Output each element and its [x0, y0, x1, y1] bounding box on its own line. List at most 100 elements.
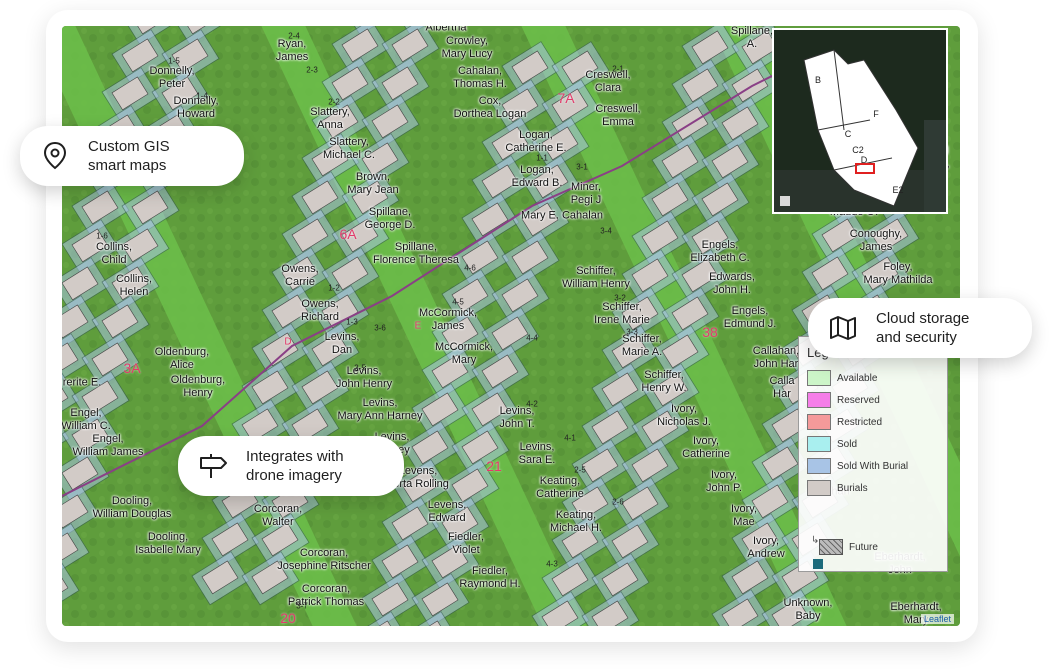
- plot-label[interactable]: Spillane, George D.: [365, 206, 416, 232]
- plot-label[interactable]: Calla Har: [769, 375, 794, 401]
- plot-label[interactable]: Crowley, Mary Lucy: [442, 35, 493, 61]
- plot-label[interactable]: Engels, Edmund J.: [724, 305, 777, 331]
- plot-label[interactable]: Schiffer, Marie A.: [622, 333, 662, 359]
- section-label[interactable]: 21: [486, 458, 502, 474]
- section-label[interactable]: D: [284, 337, 291, 348]
- legend-collapse-icon[interactable]: [813, 559, 823, 569]
- legend-label: Reserved: [837, 394, 880, 406]
- plot-label[interactable]: Creswell, Emma: [595, 103, 640, 129]
- plot-number: 3-3: [626, 327, 638, 337]
- plot-label[interactable]: Dooling, Isabelle Mary: [135, 531, 200, 557]
- plot-label[interactable]: Levens, Edward: [428, 499, 467, 525]
- callout-cloud-line1: Cloud storage: [876, 310, 970, 327]
- legend-item: Restricted: [807, 413, 882, 431]
- plot-label[interactable]: Collins, Child: [96, 241, 132, 267]
- legend-label: Future: [849, 541, 878, 553]
- plot-number: 2-4: [288, 31, 300, 41]
- plot-number: 4-3: [546, 559, 558, 569]
- plot-label[interactable]: Oldenburg, Henry: [171, 374, 225, 400]
- minimap[interactable]: B F C C2 D E2: [772, 28, 948, 214]
- legend-label: Restricted: [837, 416, 883, 428]
- legend-swatch: [807, 414, 831, 430]
- plot-label[interactable]: Schiffer, Irene Marie: [594, 301, 650, 327]
- plot-label[interactable]: Ivory, Mae: [731, 503, 757, 529]
- legend-label: Sold With Burial: [837, 460, 909, 472]
- minimap-expand-icon[interactable]: [780, 196, 790, 206]
- plot-number: 4-2: [526, 399, 538, 409]
- plot-label[interactable]: Levins, John T.: [499, 405, 534, 431]
- plot-label[interactable]: Logan, Edward B.: [512, 164, 563, 190]
- plot-label[interactable]: Oldenburg, Alice: [155, 346, 209, 372]
- section-label[interactable]: 7A: [557, 90, 574, 106]
- plot-label[interactable]: Owens, Richard: [301, 298, 339, 324]
- plot-number: 3-2: [614, 293, 626, 303]
- legend-item: Sold: [807, 435, 857, 453]
- section-label[interactable]: 6A: [339, 226, 356, 242]
- plot-number: 3-7: [296, 601, 308, 611]
- plot-label[interactable]: Collins, Helen: [116, 273, 152, 299]
- plot-label[interactable]: Fiedler, Raymond H.: [459, 565, 520, 591]
- plot-label[interactable]: Ivory, Nicholas J.: [657, 403, 711, 429]
- section-label[interactable]: 38: [702, 324, 718, 340]
- plot-label[interactable]: Ivory, Catherine: [682, 435, 730, 461]
- legend-item: Sold With Burial: [807, 457, 908, 475]
- plot-label[interactable]: McCormick, James: [419, 307, 477, 333]
- plot-label[interactable]: Conoughy, James: [850, 228, 902, 254]
- legend-swatch: [807, 480, 831, 496]
- plot-number: 2-3: [306, 65, 318, 75]
- plot-label[interactable]: Corcoran, Josephine Ritscher: [277, 547, 371, 573]
- plot-label[interactable]: Mary E. Cahalan: [521, 210, 603, 223]
- section-label[interactable]: E: [415, 321, 422, 332]
- callout-gis-line2: smart maps: [88, 157, 167, 174]
- plot-label[interactable]: Slattery, Anna: [310, 106, 350, 132]
- plot-label[interactable]: Schiffer, William Henry: [562, 265, 630, 291]
- map-attribution-link[interactable]: Leaflet: [920, 614, 954, 624]
- plot-label[interactable]: Cahalan, Thomas H.: [453, 65, 507, 91]
- plot-label[interactable]: Brown, Mary Jean: [347, 171, 398, 197]
- plot-label[interactable]: Ivory, Andrew: [747, 535, 784, 561]
- plot-label[interactable]: Spillane, Florence Theresa: [373, 241, 459, 267]
- legend-label: Sold: [837, 438, 858, 450]
- legend-swatch: [807, 392, 831, 408]
- plot-label[interactable]: Cox, Dorthea Logan: [454, 95, 527, 121]
- plot-label[interactable]: McCormick, Mary: [435, 341, 493, 367]
- section-label[interactable]: 3A: [123, 360, 140, 376]
- plot-label[interactable]: Owens, Carrie: [281, 263, 318, 289]
- plot-label[interactable]: Schiffer, Henry W.: [641, 369, 686, 395]
- location-pin-icon: [38, 139, 72, 173]
- plot-label[interactable]: Miner, Pegi J: [571, 181, 602, 207]
- plot-label[interactable]: Engel, William C.: [62, 407, 111, 433]
- plot-label[interactable]: Foley, Mary Mathilda: [863, 261, 932, 287]
- plot-label[interactable]: Levins, Mary Ann Harney: [338, 397, 423, 423]
- plot-label[interactable]: Keating, Michael H.: [550, 509, 602, 535]
- plot-label[interactable]: Spillane, A.: [731, 26, 773, 51]
- plot-label[interactable]: Levins, Sara E.: [519, 441, 556, 467]
- plot-label[interactable]: Callahan, John Har: [753, 345, 799, 371]
- plot-number: 3-6: [374, 323, 386, 333]
- section-label[interactable]: 20: [280, 610, 296, 626]
- plot-label[interactable]: Corcoran, Walter: [254, 503, 302, 529]
- plot-label[interactable]: Fiedler, Violet: [448, 531, 484, 557]
- plot-label[interactable]: Dooling, William Douglas: [93, 495, 172, 521]
- minimap-label: B: [814, 75, 822, 85]
- plot-label[interactable]: Engel, William James: [73, 433, 144, 459]
- plot-label[interactable]: Ivory, John P.: [706, 469, 742, 495]
- plot-label[interactable]: Edwards, John H.: [709, 271, 755, 297]
- minimap-label: C: [844, 129, 852, 139]
- plot-label[interactable]: Slattery, Michael C.: [323, 136, 375, 162]
- legend-swatch: [807, 370, 831, 386]
- plot-label[interactable]: Engels, Elizabeth C.: [690, 239, 749, 265]
- plot-label[interactable]: Keating, Catherine: [536, 475, 584, 501]
- plot-label[interactable]: Unknown, Baby: [784, 597, 833, 623]
- plot-label[interactable]: rerite E.: [63, 377, 102, 390]
- legend-item: Reserved: [807, 391, 880, 409]
- plot-label[interactable]: Levins, Dan: [325, 331, 360, 357]
- plot-label[interactable]: Logan, Catherine E.: [505, 129, 566, 155]
- plot-label[interactable]: Ryan, James: [276, 38, 308, 64]
- callout-drone-line1: Integrates with: [246, 448, 344, 465]
- callout-gis-line1: Custom GIS: [88, 138, 170, 155]
- minimap-shape: [774, 49, 946, 212]
- plot-label[interactable]: Albertha: [426, 26, 467, 35]
- plot-number: 3-4: [600, 226, 612, 236]
- plot-label[interactable]: Donnelly, Peter: [149, 65, 194, 91]
